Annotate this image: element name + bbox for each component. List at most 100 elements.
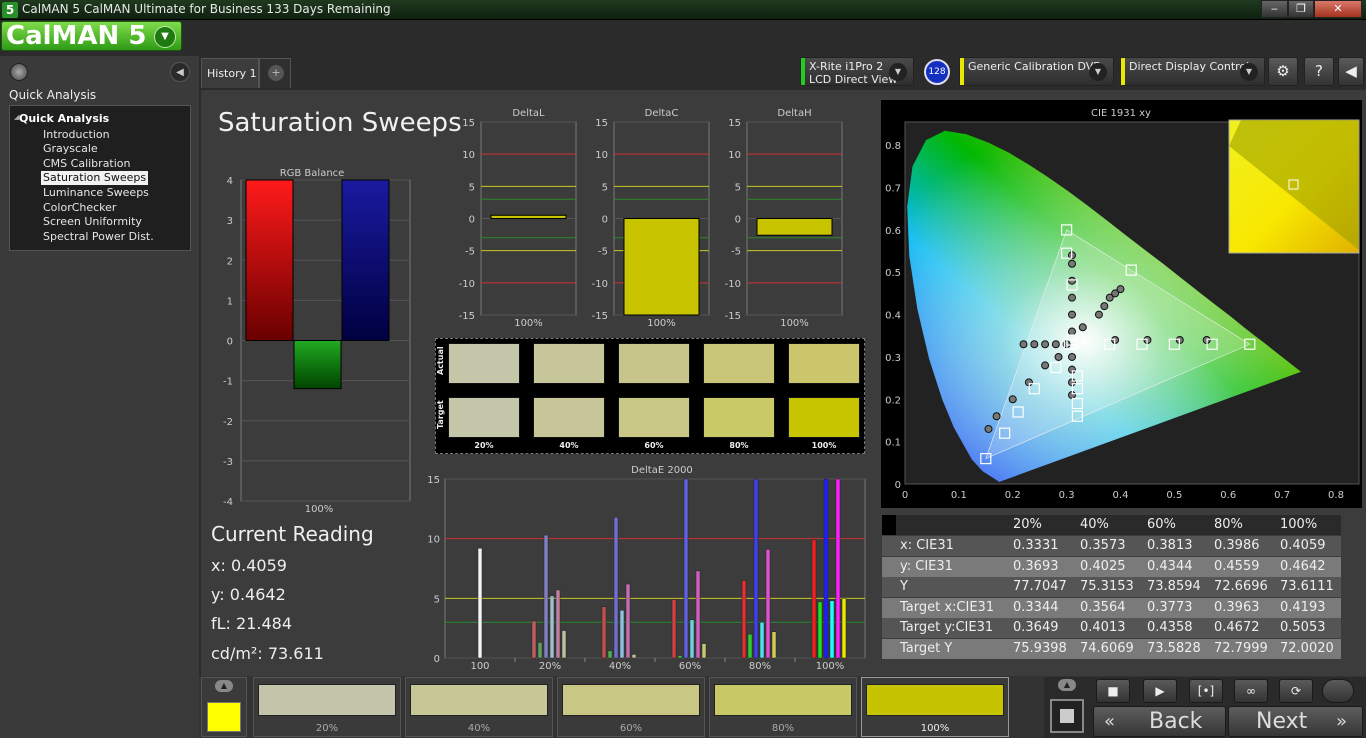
deltae-bar xyxy=(689,619,695,659)
deltae-bar xyxy=(701,643,707,659)
delta-category-label: 100% xyxy=(780,318,809,329)
target-patch xyxy=(618,397,690,438)
measured-point xyxy=(1019,340,1028,349)
patch-thumbnail[interactable]: 40% xyxy=(405,677,553,737)
collapse-panel-button[interactable]: ◀ xyxy=(1338,57,1364,86)
sidebar-heading: Quick Analysis xyxy=(9,88,97,102)
table-cell: 0.4642 xyxy=(1280,558,1326,574)
patch-thumbnail[interactable]: 60% xyxy=(557,677,705,737)
deltae-plot-area xyxy=(444,478,866,659)
chevron-left-icon: ◀ xyxy=(1345,62,1357,80)
chevron-down-icon[interactable]: ▼ xyxy=(1240,63,1258,81)
table-cell: 73.8594 xyxy=(1147,579,1201,594)
row-label: Target x:CIE31 xyxy=(900,599,995,615)
patch-level-label: 80% xyxy=(729,441,749,450)
sidebar-item-colorchecker[interactable]: ColorChecker xyxy=(41,201,118,215)
delta-bar xyxy=(623,218,700,316)
meter-badge[interactable]: 128 xyxy=(924,59,950,85)
back-button[interactable]: « Back xyxy=(1093,706,1226,737)
help-button[interactable]: ? xyxy=(1304,57,1334,86)
y-tick-label: 5 xyxy=(434,594,440,605)
reading-cd: cd/m²: 73.611 xyxy=(211,644,324,663)
stop-button[interactable]: ■ xyxy=(1096,679,1130,703)
header-spacer xyxy=(882,515,896,535)
up-arrow-icon[interactable]: ▲ xyxy=(1058,679,1076,691)
record-button[interactable] xyxy=(1322,679,1354,703)
sidebar-item-spectral-power[interactable]: Spectral Power Dist. xyxy=(41,230,156,244)
y-tick-label: 4 xyxy=(227,176,233,187)
help-icon: ? xyxy=(1315,62,1323,80)
sidebar-item-cms-calibration[interactable]: CMS Calibration xyxy=(41,157,133,171)
stop-mode-button[interactable] xyxy=(1050,699,1084,733)
patch-thumbnail[interactable]: 20% xyxy=(253,677,401,737)
source-selector[interactable]: Generic Calibration DVD ▼ xyxy=(959,57,1114,86)
pin-icon[interactable] xyxy=(10,63,28,81)
display-selector[interactable]: Direct Display Control ▼ xyxy=(1120,57,1265,86)
read-series-button[interactable]: [•] xyxy=(1189,679,1223,703)
sidebar-item-grayscale[interactable]: Grayscale xyxy=(41,142,100,156)
next-label: Next xyxy=(1256,709,1308,734)
continuous-button[interactable]: ∞ xyxy=(1234,679,1268,703)
square-icon xyxy=(1060,709,1074,723)
maximize-button[interactable]: ❐ xyxy=(1288,0,1314,18)
add-tab-button[interactable]: + xyxy=(259,58,291,88)
table-row: Target x:CIE31 0.3344 0.3564 0.3773 0.3963 0.… xyxy=(882,597,1341,618)
target-label: Target xyxy=(436,400,445,429)
deltae-bar xyxy=(601,606,607,659)
rgb-balance-chart: RGB Balance -4 -3 -2 -1 0 1 2 3 4 100% xyxy=(223,168,411,515)
y-tick-label: -3 xyxy=(223,457,233,468)
sidebar-item-saturation-sweeps[interactable]: Saturation Sweeps xyxy=(41,171,149,185)
table-cell: 75.9398 xyxy=(1013,640,1067,656)
deltae-bar xyxy=(765,549,771,659)
refresh-button[interactable]: ⟳ xyxy=(1279,679,1313,703)
up-arrow-icon[interactable]: ▲ xyxy=(215,680,233,692)
collapse-sidebar-icon[interactable]: ◀ xyxy=(170,62,190,82)
x-tick-label: 0.5 xyxy=(1166,490,1182,501)
thumbnail-swatch xyxy=(562,684,700,716)
chevron-down-icon[interactable]: ▼ xyxy=(889,63,907,81)
y-tick-label: -10 xyxy=(592,279,608,290)
next-button[interactable]: Next » xyxy=(1228,706,1363,737)
next-arrow-icon: » xyxy=(1336,711,1348,732)
meter-selector[interactable]: X-Rite i1Pro 2 LCD Direct View ▼ xyxy=(800,57,914,86)
measured-point xyxy=(1078,323,1087,332)
settings-button[interactable]: ⚙ xyxy=(1268,57,1298,86)
deltae-bar xyxy=(741,580,747,659)
window-title: CalMAN 5 CalMAN Ultimate for Business 13… xyxy=(22,2,391,16)
y-tick-label: 5 xyxy=(602,182,608,193)
patch-thumbnail[interactable]: 100% xyxy=(861,677,1009,737)
thumbnail-swatch xyxy=(866,684,1004,716)
sidebar-item-luminance-sweeps[interactable]: Luminance Sweeps xyxy=(41,186,151,200)
y-tick-label: -15 xyxy=(459,311,475,322)
table-cell: 0.3986 xyxy=(1214,538,1260,553)
y-tick-label: 15 xyxy=(462,118,475,129)
deltae-bar xyxy=(671,599,677,659)
x-tick-label: 20% xyxy=(539,661,561,672)
measured-point xyxy=(1068,310,1077,319)
chevron-down-icon[interactable]: ▼ xyxy=(1089,63,1107,81)
tab-history[interactable]: History 1 xyxy=(201,58,259,88)
tree-root[interactable]: Quick Analysis xyxy=(19,112,109,125)
table-cell: 0.4358 xyxy=(1147,620,1193,635)
close-button[interactable]: ✕ xyxy=(1314,0,1362,18)
y-tick-label: 0.5 xyxy=(885,268,901,279)
sidebar-item-introduction[interactable]: Introduction xyxy=(41,128,112,142)
table-cell: 0.4672 xyxy=(1214,620,1260,635)
table-cell: 77.7047 xyxy=(1013,579,1067,594)
sidebar-item-screen-uniformity[interactable]: Screen Uniformity xyxy=(41,215,144,229)
measured-point xyxy=(1068,327,1077,336)
play-button[interactable]: ▶ xyxy=(1143,679,1177,703)
minimize-button[interactable]: ‒ xyxy=(1261,0,1288,18)
deltae-bar xyxy=(841,598,847,659)
table-row: x: CIE31 0.3331 0.3573 0.3813 0.3986 0.4059 xyxy=(882,536,1341,556)
deltae-bar xyxy=(625,583,631,659)
logo-dropdown-icon[interactable]: ▼ xyxy=(154,26,176,48)
table-row: Target Y 75.9398 74.6069 73.5828 72.7999 72.0… xyxy=(882,638,1341,659)
y-tick-label: -2 xyxy=(223,417,233,428)
table-cell: 75.3153 xyxy=(1080,579,1134,594)
patch-thumbnail[interactable]: 80% xyxy=(709,677,857,737)
rgb-category-label: 100% xyxy=(305,504,334,515)
y-tick-label: 2 xyxy=(227,256,233,267)
target-patch xyxy=(703,397,775,438)
deltae-title: DeltaE 2000 xyxy=(631,465,693,476)
